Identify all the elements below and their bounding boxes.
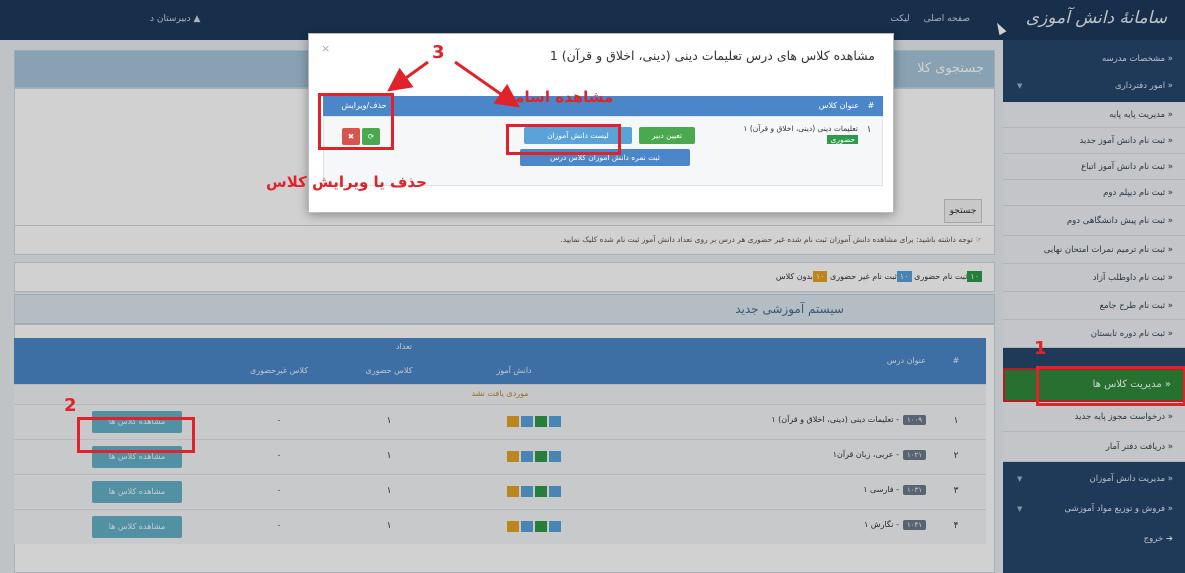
modal-title: مشاهده کلاس های درس تعلیمات دینی (دینی، … <box>549 48 875 63</box>
class-title: تعلیمات دینی (دینی، اخلاق و قرآن) ۱ <box>743 124 858 133</box>
annotation-box-menu <box>1036 366 1185 406</box>
annotation-number-1: 1 <box>1034 338 1047 359</box>
annotation-box-students <box>506 124 621 155</box>
annotation-box-view <box>77 417 195 453</box>
assign-teacher-button[interactable]: تعیین دبیر <box>639 127 695 144</box>
annotation-box-edit <box>318 93 394 150</box>
annotation-number-2: 2 <box>64 395 77 416</box>
annotation-delete-edit: حذف یا ویرایش کلاس <box>266 173 427 191</box>
annotation-number-3: 3 <box>432 42 445 63</box>
annotation-view-names: مشاهده اسامی <box>500 88 614 106</box>
present-badge: حضوری <box>827 135 858 144</box>
close-icon[interactable]: × <box>321 42 330 55</box>
header-class-title: عنوان کلاس <box>818 101 859 110</box>
